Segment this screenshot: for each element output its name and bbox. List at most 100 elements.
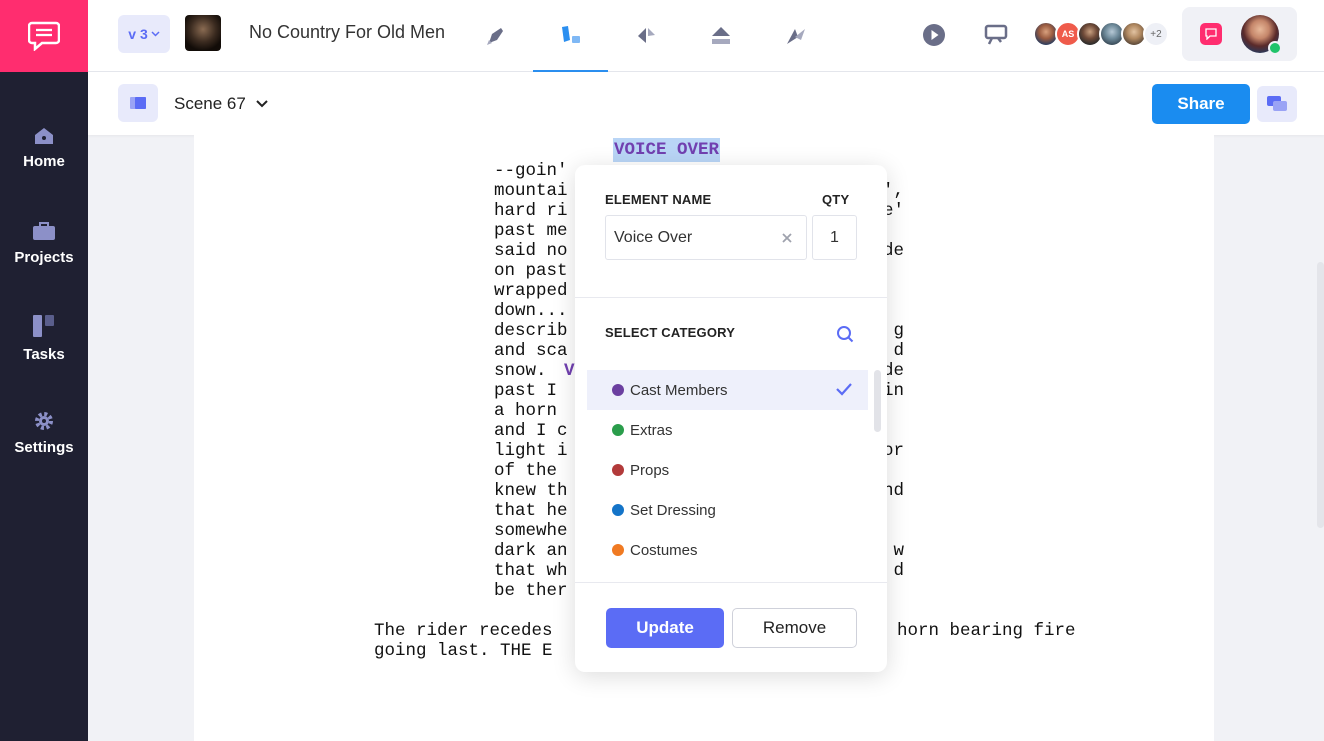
category-item-extras[interactable]: Extras — [587, 410, 868, 450]
category-item-cast-members[interactable]: Cast Members — [587, 370, 868, 410]
action-line: going last. THE E — [374, 641, 553, 661]
category-label: Props — [630, 461, 670, 479]
play-icon — [923, 24, 945, 46]
element-name-input[interactable] — [614, 216, 774, 259]
scene-label: Scene 67 — [174, 94, 246, 113]
app-logo[interactable] — [0, 0, 88, 72]
collaborator-avatars[interactable]: AS +2 — [1033, 21, 1169, 47]
chat-button[interactable] — [1200, 23, 1222, 45]
select-category-label: SELECT CATEGORY — [605, 325, 736, 340]
left-sidebar: Home Projects Tasks Settings — [0, 0, 88, 741]
comments-button[interactable] — [1257, 86, 1297, 122]
inline-element-highlight[interactable]: V — [564, 361, 575, 381]
category-label: Extras — [630, 421, 673, 439]
element-name-field[interactable] — [605, 215, 807, 260]
user-box — [1182, 7, 1297, 61]
category-color-dot — [612, 424, 624, 436]
chevron-down-icon — [256, 100, 268, 108]
dialogue-line-end: d — [893, 561, 904, 581]
action-line: The rider recedes — [374, 621, 553, 641]
sidebar-item-projects[interactable]: Projects — [0, 203, 88, 283]
dialogue-line: light i — [494, 441, 568, 461]
qty-input[interactable]: 1 — [812, 215, 857, 260]
action-line: horn bearing fire — [897, 621, 1076, 641]
comments-icon — [1267, 96, 1287, 111]
category-color-dot — [612, 544, 624, 556]
project-title[interactable]: No Country For Old Men — [249, 22, 445, 43]
pencil-icon — [486, 28, 503, 45]
tasks-icon — [33, 314, 54, 337]
category-label: Set Dressing — [630, 501, 716, 519]
category-color-dot — [612, 504, 624, 516]
update-button[interactable]: Update — [606, 608, 724, 648]
avatar-more-count[interactable]: +2 — [1143, 21, 1169, 47]
element-editor-popup: ELEMENT NAME QTY 1 SELECT CATEGORY Cast … — [575, 165, 887, 672]
tool-schedule[interactable] — [608, 0, 683, 72]
dialogue-line: --goin' — [494, 161, 579, 181]
share-button[interactable]: Share — [1152, 84, 1250, 124]
gear-icon — [35, 411, 53, 430]
sidebar-item-label: Home — [23, 152, 65, 170]
category-color-dot — [612, 464, 624, 476]
dialogue-line: that wh — [494, 561, 568, 581]
qty-label: QTY — [822, 192, 850, 207]
panel-toggle-button[interactable] — [118, 84, 158, 122]
dialogue-line: be ther — [494, 581, 568, 601]
online-status-indicator — [1268, 41, 1282, 55]
tool-breakdown[interactable] — [533, 0, 608, 72]
dialogue-line: down... — [494, 301, 568, 321]
sidebar-item-label: Settings — [14, 438, 74, 456]
storyboard-icon — [711, 27, 730, 44]
presentation-icon — [984, 24, 1008, 45]
sidebar-item-home[interactable]: Home — [0, 108, 88, 188]
dialogue-line: hard ri — [494, 201, 568, 221]
category-item-set-dressing[interactable]: Set Dressing — [587, 490, 868, 530]
presentation-button[interactable] — [983, 22, 1009, 48]
project-poster[interactable] — [185, 15, 221, 51]
tool-write[interactable] — [458, 0, 533, 72]
dialogue-line: on past — [494, 261, 568, 281]
category-item-costumes[interactable]: Costumes — [587, 530, 868, 570]
dialogue-line: wrapped — [494, 281, 568, 301]
dialogue-line: that he — [494, 501, 568, 521]
chevron-down-icon — [151, 31, 160, 37]
page-scrollbar[interactable] — [1317, 262, 1324, 528]
sidebar-item-settings[interactable]: Settings — [0, 393, 88, 473]
sidebar-item-tasks[interactable]: Tasks — [0, 298, 88, 378]
chat-icon — [1205, 28, 1217, 40]
divider — [575, 297, 887, 298]
dialogue-line: of the — [494, 461, 558, 481]
remove-button[interactable]: Remove — [732, 608, 857, 648]
dialogue-line: mountai — [494, 181, 568, 201]
category-label: Costumes — [630, 541, 698, 559]
briefcase-icon — [33, 221, 55, 240]
dialogue-line: said no — [494, 241, 568, 261]
version-label: v 3 — [128, 26, 148, 42]
dialogue-line: past I — [494, 381, 558, 401]
chat-logo-icon — [28, 21, 60, 51]
element-name-label: ELEMENT NAME — [605, 192, 712, 207]
divider — [575, 582, 887, 583]
shotlist-icon — [786, 29, 805, 44]
dialogue-line: knew th — [494, 481, 568, 501]
dialogue-line: somewhe — [494, 521, 568, 541]
schedule-icon — [637, 28, 655, 43]
version-selector[interactable]: v 3 — [118, 15, 170, 53]
tool-shotlist[interactable] — [758, 0, 833, 72]
category-item-props[interactable]: Props — [587, 450, 868, 490]
dialogue-line: describ — [494, 321, 568, 341]
clear-icon[interactable] — [779, 230, 795, 246]
search-icon[interactable] — [836, 325, 854, 343]
dialogue-line-end: g — [893, 321, 904, 341]
play-button[interactable] — [921, 22, 947, 48]
scene-selector[interactable]: Scene 67 — [174, 94, 268, 114]
character-tag-highlight[interactable]: VOICE OVER — [613, 138, 721, 162]
tool-storyboard[interactable] — [683, 0, 758, 72]
scene-toolbar: Scene 67 Share — [88, 72, 1324, 135]
dialogue-line: and I c — [494, 421, 568, 441]
dialogue-line: and sca — [494, 341, 568, 361]
sidebar-panel-icon — [130, 97, 146, 109]
category-list-scrollbar[interactable] — [874, 370, 881, 432]
category-label: Cast Members — [630, 381, 728, 399]
sidebar-item-label: Projects — [14, 248, 74, 266]
